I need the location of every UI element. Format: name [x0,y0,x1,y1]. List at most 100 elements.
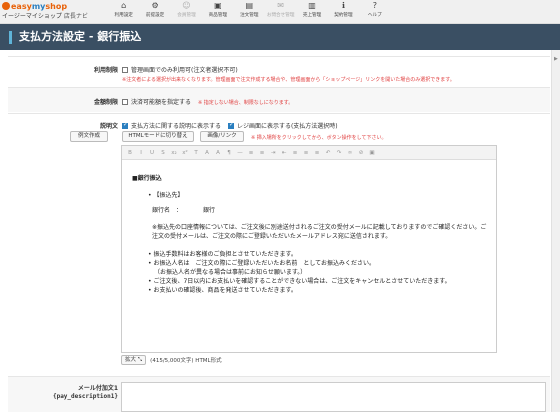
editor-toolbar: B I U Sx₂ x² T A A ¶ — ≡ ≡ ⇥ ⇤ ≡ ≡ ≡ ↶ ↷ ∞ ⊘ ▣ [122,146,496,160]
nav-item-label: 契約管理 [334,13,353,18]
bank-name-line: 銀行名 ： 銀行 [152,207,216,214]
nav-item-label: 会員管理 [177,13,196,18]
logo-mark-icon [2,2,10,10]
show-on-register-label: レジ画面に表示する(支払方法選択時) [236,123,338,130]
top-navigation-bar: easymyshop イージーマイショップ 店長ナビ ⌂ 利用設定 ⚙ 前提設定 ☺ 会員管… [0,0,560,24]
nav-item-label: 商品管理 [208,13,228,18]
list-item-sub: （お振込人名が異なる場合は事前にお知らせ願います。） [154,269,307,276]
page-header: 支払方法設定 - 銀行振込 [0,24,560,50]
logo-subtitle: イージーマイショップ [2,13,62,20]
document-icon: ▤ [245,1,254,10]
editor-title: ■銀行振込 [132,175,162,182]
superscript-icon[interactable]: x² [181,150,189,156]
hr-icon[interactable]: — [236,150,244,156]
outdent-icon[interactable]: ⇤ [280,150,288,156]
header-accent-bar [9,31,12,44]
nav-item-1[interactable]: ⚙ 前提設定 [139,0,170,24]
nav-item-2[interactable]: ☺ 会員管理 [171,0,202,24]
show-on-register-checkbox[interactable] [227,121,234,129]
rich-text-editor[interactable]: B I U Sx₂ x² T A A ¶ — ≡ ≡ ⇥ ⇤ ≡ ≡ ≡ ↶ ↷ ∞ ⊘ ▣ ■銀行振込 • 【振込先】 … [121,145,497,353]
font-color-icon[interactable]: A [203,150,211,156]
nav-item-6[interactable]: ▥ 売上管理 [296,0,327,24]
app-window: easymyshop イージーマイショップ 店長ナビ ⌂ 利用設定 ⚙ 前提設定 ☺ 会員管… [0,0,560,412]
vertical-scrollbar[interactable]: ▶ [551,50,560,412]
usage-limit-label: 利用制限 [93,67,118,74]
editor-status-bar: 拡大 ⤡ (415/5,000文字) HTML形式 [121,355,222,365]
character-count: (415/5,000文字) HTML形式 [150,358,222,364]
nav-item-8[interactable]: ? ヘルプ [359,0,390,24]
subscript-icon[interactable]: x₂ [170,150,178,156]
editor-bullet-bank: • 【振込先】 [148,192,184,199]
nav-item-5[interactable]: ✉ お問合せ管理 [265,0,296,24]
amount-limit-value: 決済可能額を指定する ※ 指定しない場合、制限なしになります。 [122,97,293,106]
nav-item-label: 売上管理 [302,13,322,18]
resize-icon: ⤡ [137,357,143,363]
list-item: • 振込手数料はお客様のご負担とさせていただきます。 [148,251,297,258]
unlink-icon[interactable]: ⊘ [357,150,365,156]
align-left-icon[interactable]: ≡ [291,150,299,156]
usage-limit-row: 利用制限 管理画面でのみ利用可(注文者選択不可) ※注文者による選択が出来なくな… [8,56,550,86]
amount-limit-option-label: 決済可能額を指定する [131,99,192,106]
bank-heading-text: 【振込先】 [153,192,184,199]
nav-item-4[interactable]: ▤ 注文管理 [234,0,265,24]
align-right-icon[interactable]: ≡ [313,150,321,156]
undo-icon[interactable]: ↶ [324,150,332,156]
logo-navi-label: 店長ナビ [63,13,88,20]
page-title: 支払方法設定 - 銀行振込 [19,30,142,43]
bold-icon[interactable]: B [126,150,134,156]
italic-icon[interactable]: I [137,150,145,156]
font-size-icon[interactable]: T [192,150,200,156]
nav-item-label: 利用設定 [114,13,133,18]
editor-content[interactable]: ■銀行振込 • 【振込先】 銀行名 ： 銀行 ※振込先の口座情報については、ご注… [132,162,490,295]
bar-chart-icon: ▥ [308,1,316,10]
usage-limit-note: ※注文者による選択が出来なくなります。管理画面で注文作成する場合や、管理画面から… [122,77,455,83]
nav-item-7[interactable]: ℹ 契約管理 [328,0,359,24]
amount-limit-checkbox[interactable] [122,99,128,105]
box-icon: ▣ [214,1,222,10]
image-link-button[interactable]: 画像/リンク [200,131,244,142]
logo-text-my: my [31,2,46,11]
amount-limit-label: 金額制限 [93,99,118,106]
unordered-list-icon[interactable]: ≡ [258,150,266,156]
align-center-icon[interactable]: ≡ [302,150,310,156]
list-item: • お振込人名は ご注文の際にご登録いただいたお名前 としてお振込みください。 [148,260,375,267]
example-text-button[interactable]: 例文作成 [70,131,108,142]
description-display-options: 支払方法に関する説明に表示する レジ画面に表示する(支払方法選択時) [122,121,338,130]
expand-button[interactable]: 拡大 ⤡ [121,355,147,365]
html-mode-button[interactable]: HTMLモードに切り替え [122,131,194,142]
logo-text-easy: easy [11,2,32,11]
mail-extra-row: メール付加文1 {pay_description1} [8,376,550,412]
amount-limit-note: ※ 指定しない場合、制限なしになります。 [197,100,294,106]
nav-item-label: 注文管理 [240,13,259,18]
logo-text-shop: shop [45,2,68,11]
strike-icon[interactable]: S [159,150,167,156]
nav-item-label: お問合せ管理 [266,13,295,18]
indent-icon[interactable]: ⇥ [269,150,277,156]
insert-position-note: ※ 挿入場所をクリックしてから、ボタン操作をして下さい。 [251,135,387,141]
settings-form: 利用制限 管理画面でのみ利用可(注文者選択不可) ※注文者による選択が出来なくな… [8,56,550,412]
mail-extra-textarea[interactable] [121,382,546,412]
underline-icon[interactable]: U [148,150,156,156]
mail-extra-code: {pay_description1} [52,393,118,400]
bg-color-icon[interactable]: A [214,150,222,156]
scroll-up-arrow-icon[interactable]: ▶ [554,56,558,62]
help-icon: ? [372,1,377,10]
mail-icon: ✉ [277,1,284,10]
redo-icon[interactable]: ↷ [335,150,343,156]
link-icon[interactable]: ∞ [346,150,354,156]
image-icon[interactable]: ▣ [368,150,376,156]
list-item: • お支払いの確認後、商品を発送させていただきます。 [148,287,297,294]
admin-only-checkbox[interactable] [122,67,128,73]
show-in-description-checkbox[interactable] [122,121,128,129]
nav-item-3[interactable]: ▣ 商品管理 [202,0,233,24]
info-icon: ℹ [341,1,345,10]
shop-logo[interactable]: easymyshop イージーマイショップ 店長ナビ [2,2,112,22]
nav-item-0[interactable]: ⌂ 利用設定 [108,0,139,24]
nav-item-label: 前提設定 [145,13,165,18]
home-icon: ⌂ [121,1,127,10]
ordered-list-icon[interactable]: ≡ [247,150,255,156]
gear-icon: ⚙ [151,1,159,10]
nav-item-label: ヘルプ [367,13,382,18]
main-menu: ⌂ 利用設定 ⚙ 前提設定 ☺ 会員管理 ▣ 商品管理 ▤ 注文管理 ✉ お問合せ管理 ▥ 売上管理 ℹ 契約… [108,0,391,24]
format-icon[interactable]: ¶ [225,150,233,156]
